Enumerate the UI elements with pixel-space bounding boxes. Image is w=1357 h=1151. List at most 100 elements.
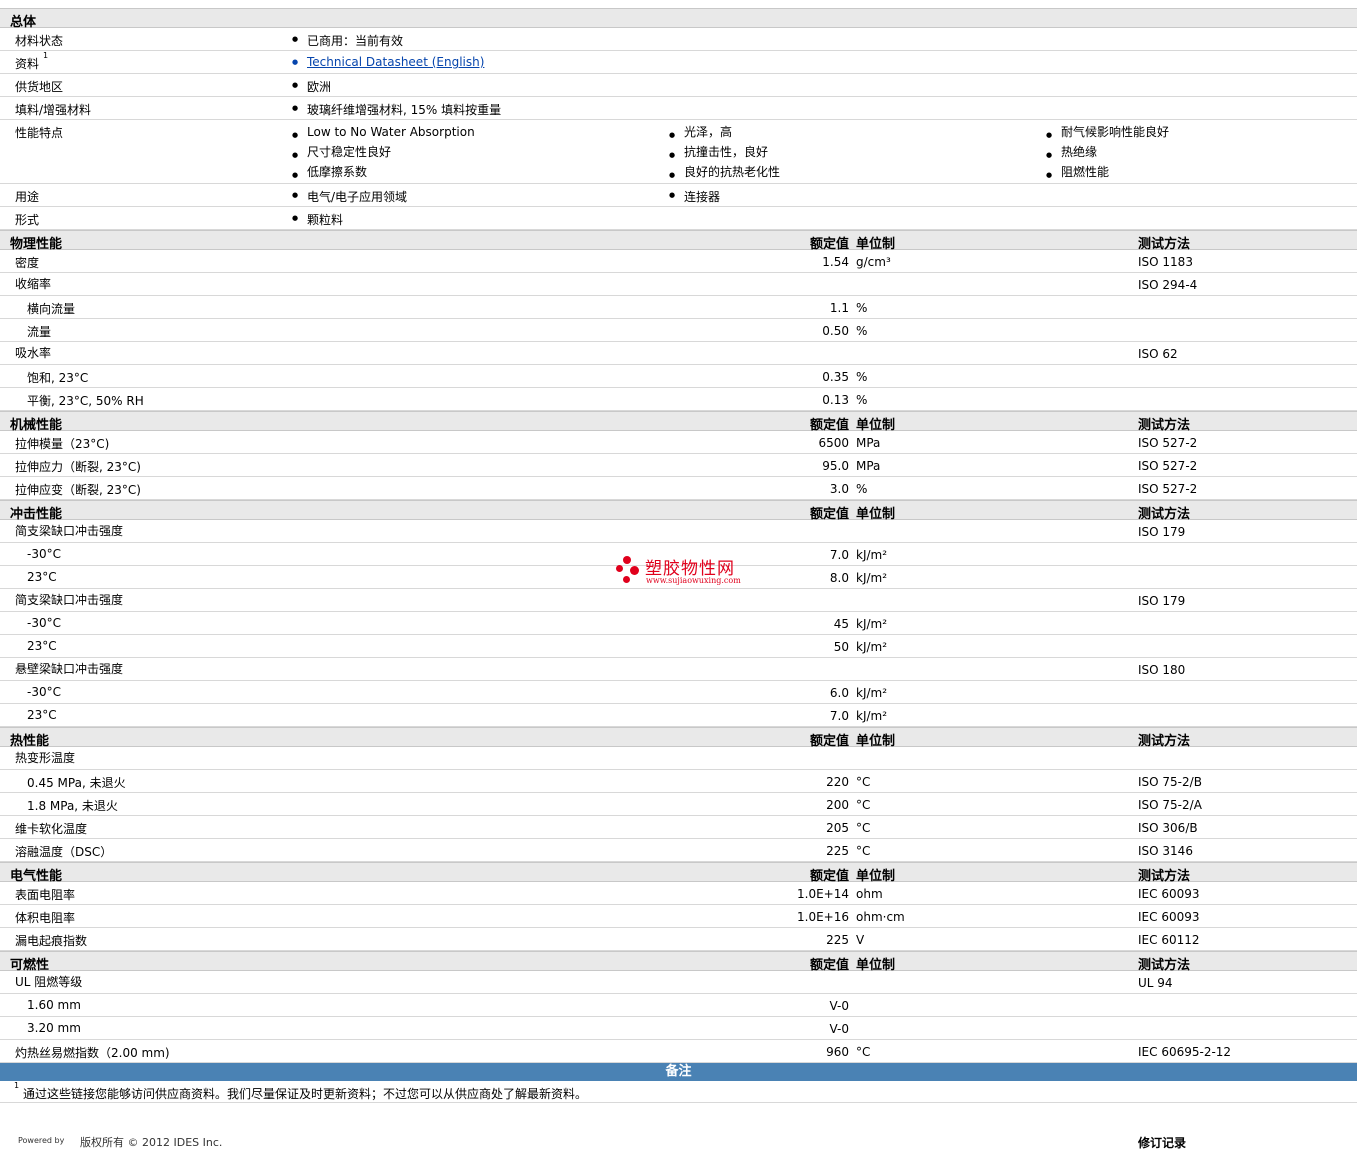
property-row: -30°C 6.0 kJ/m² [0, 681, 1357, 704]
bullet-item: 颗粒料 [292, 211, 343, 228]
bullet-item: 耐气候影响性能良好 [1046, 122, 1169, 145]
property-row: 3.20 mm V-0 [0, 1017, 1357, 1040]
general-row-label: 材料状态 [15, 34, 64, 48]
unit-value: °C [856, 775, 871, 789]
unit-value: % [856, 393, 868, 407]
bullet-item: 连接器 [669, 188, 720, 205]
unit-value: kJ/m² [856, 548, 888, 562]
datasheet-link[interactable]: Technical Datasheet (English) [292, 55, 484, 69]
nominal-value: 225 [826, 844, 849, 858]
property-label: 漏电起痕指数 [15, 934, 88, 948]
property-row: 1.8 MPa, 未退火 200 °C ISO 75-2/A [0, 793, 1357, 816]
property-label: -30°C [27, 685, 61, 699]
nominal-value: 220 [826, 775, 849, 789]
nominal-value: 1.54 [822, 255, 849, 269]
property-row: 溶融温度（DSC） 225 °C ISO 3146 [0, 839, 1357, 862]
property-row: 0.45 MPa, 未退火 220 °C ISO 75-2/B [0, 770, 1357, 793]
general-row-label: 性能特点 [15, 126, 64, 140]
test-method: ISO 527-2 [1138, 459, 1198, 473]
bullet-item: 欧洲 [292, 78, 331, 95]
general-row: 形式 颗粒料 [0, 207, 1357, 230]
property-label: 0.45 MPa, 未退火 [27, 776, 126, 790]
nominal-value: 205 [826, 821, 849, 835]
test-method: ISO 62 [1138, 347, 1178, 361]
unit-value: °C [856, 821, 871, 835]
property-row: 拉伸应变（断裂, 23°C) 3.0% ISO 527-2 [0, 477, 1357, 500]
unit-value: % [856, 370, 868, 384]
general-row-values: 耐气候影响性能良好热绝缘阻燃性能 [1046, 122, 1169, 185]
section-header: 物理性能 额定值 单位制 测试方法 [0, 230, 1357, 252]
unit-value: kJ/m² [856, 686, 888, 700]
property-label: 吸水率 [15, 346, 52, 360]
general-row-label: 供货地区 [15, 80, 64, 94]
nominal-value: 6500 [818, 436, 849, 450]
property-row: 平衡, 23°C, 50% RH 0.13% [0, 388, 1357, 411]
nominal-value: 200 [826, 798, 849, 812]
test-method: IEC 60112 [1138, 933, 1200, 947]
property-label: 横向流量 [27, 302, 76, 316]
general-row-label: 填料/增强材料 [15, 103, 92, 117]
property-row: 1.60 mm V-0 [0, 994, 1357, 1017]
nominal-value: 1.0E+14 [797, 887, 849, 901]
nominal-value: 3.0 [829, 482, 849, 496]
bullet-item: 阻燃性能 [1046, 162, 1169, 185]
nominal-value: 225 [826, 933, 849, 947]
property-row: 维卡软化温度 205 °C ISO 306/B [0, 816, 1357, 839]
nominal-value: 7.0 [829, 548, 849, 562]
property-label: UL 阻燃等级 [15, 975, 83, 989]
test-method: ISO 527-2 [1138, 482, 1198, 496]
unit-value: °C [856, 798, 871, 812]
nominal-value: 0.13 [822, 393, 849, 407]
property-label: 拉伸应变（断裂, 23°C) [15, 483, 141, 497]
nominal-value: 95.0 [822, 459, 849, 473]
nominal-value: V-0 [829, 1022, 849, 1036]
property-row: 体积电阻率 1.0E+16 ohm·cm IEC 60093 [0, 905, 1357, 928]
bullet-item: 玻璃纤维增强材料, 15% 填料按重量 [292, 101, 501, 118]
unit-value: °C [856, 844, 871, 858]
test-method: ISO 527-2 [1138, 436, 1198, 450]
nominal-value: 0.50 [822, 324, 849, 338]
nominal-value: 0.35 [822, 370, 849, 384]
section-header: 热性能 额定值 单位制 测试方法 [0, 727, 1357, 749]
general-row: 用途 电气/电子应用领域 连接器 [0, 184, 1357, 207]
bullet-item: 尺寸稳定性良好 [292, 142, 475, 165]
property-label: -30°C [27, 616, 61, 630]
unit-value: kJ/m² [856, 709, 888, 723]
watermark: 塑胶物性网 www.sujiaowuxing.com [615, 554, 755, 588]
property-row: 横向流量 1.1% [0, 296, 1357, 319]
unit-value: % [856, 482, 868, 496]
property-row: 23°C 50 kJ/m² [0, 635, 1357, 658]
nominal-value: 50 [833, 640, 849, 654]
property-row: 饱和, 23°C 0.35% [0, 365, 1357, 388]
property-label: 3.20 mm [27, 1021, 81, 1035]
property-row: 流量 0.50% [0, 319, 1357, 342]
section-header-general: 总体 [0, 8, 1357, 30]
general-row-values: 颗粒料 [292, 211, 343, 228]
general-row-values: 光泽，高抗撞击性，良好良好的抗热老化性 [669, 122, 780, 185]
unit-value: °C [856, 1045, 871, 1059]
property-label: 密度 [15, 256, 40, 270]
section-header: 可燃性 额定值 单位制 测试方法 [0, 951, 1357, 973]
nominal-value: 960 [826, 1045, 849, 1059]
bullet-item: 已商用：当前有效 [292, 32, 403, 49]
test-method: IEC 60093 [1138, 910, 1200, 924]
unit-value: kJ/m² [856, 617, 888, 631]
property-row: 漏电起痕指数 225 V IEC 60112 [0, 928, 1357, 951]
nominal-value: V-0 [829, 999, 849, 1013]
property-label: 溶融温度（DSC） [15, 845, 113, 859]
property-row: 表面电阻率 1.0E+14 ohm IEC 60093 [0, 882, 1357, 905]
general-row: 填料/增强材料 玻璃纤维增强材料, 15% 填料按重量 [0, 97, 1357, 120]
general-row: 资料1 Technical Datasheet (English) [0, 51, 1357, 74]
unit-value: kJ/m² [856, 571, 888, 585]
test-method: IEC 60695-2-12 [1138, 1045, 1232, 1059]
property-label: 23°C [27, 639, 57, 653]
property-row: 收缩率 ISO 294-4 [0, 273, 1357, 296]
section-header: 电气性能 额定值 单位制 测试方法 [0, 862, 1357, 884]
unit-value: kJ/m² [856, 640, 888, 654]
test-method: ISO 294-4 [1138, 278, 1198, 292]
property-row: 灼热丝易燃指数（2.00 mm) 960 °C IEC 60695-2-12 [0, 1040, 1357, 1063]
watermark-logo-dot [616, 565, 623, 572]
note-text: 通过这些链接您能够访问供应商资料。我们尽量保证及时更新资料；不过您可以从供应商处… [23, 1087, 588, 1101]
general-row: 性能特点 Low to No Water Absorption尺寸稳定性良好低摩擦… [0, 120, 1357, 185]
unit-value: MPa [856, 459, 881, 473]
